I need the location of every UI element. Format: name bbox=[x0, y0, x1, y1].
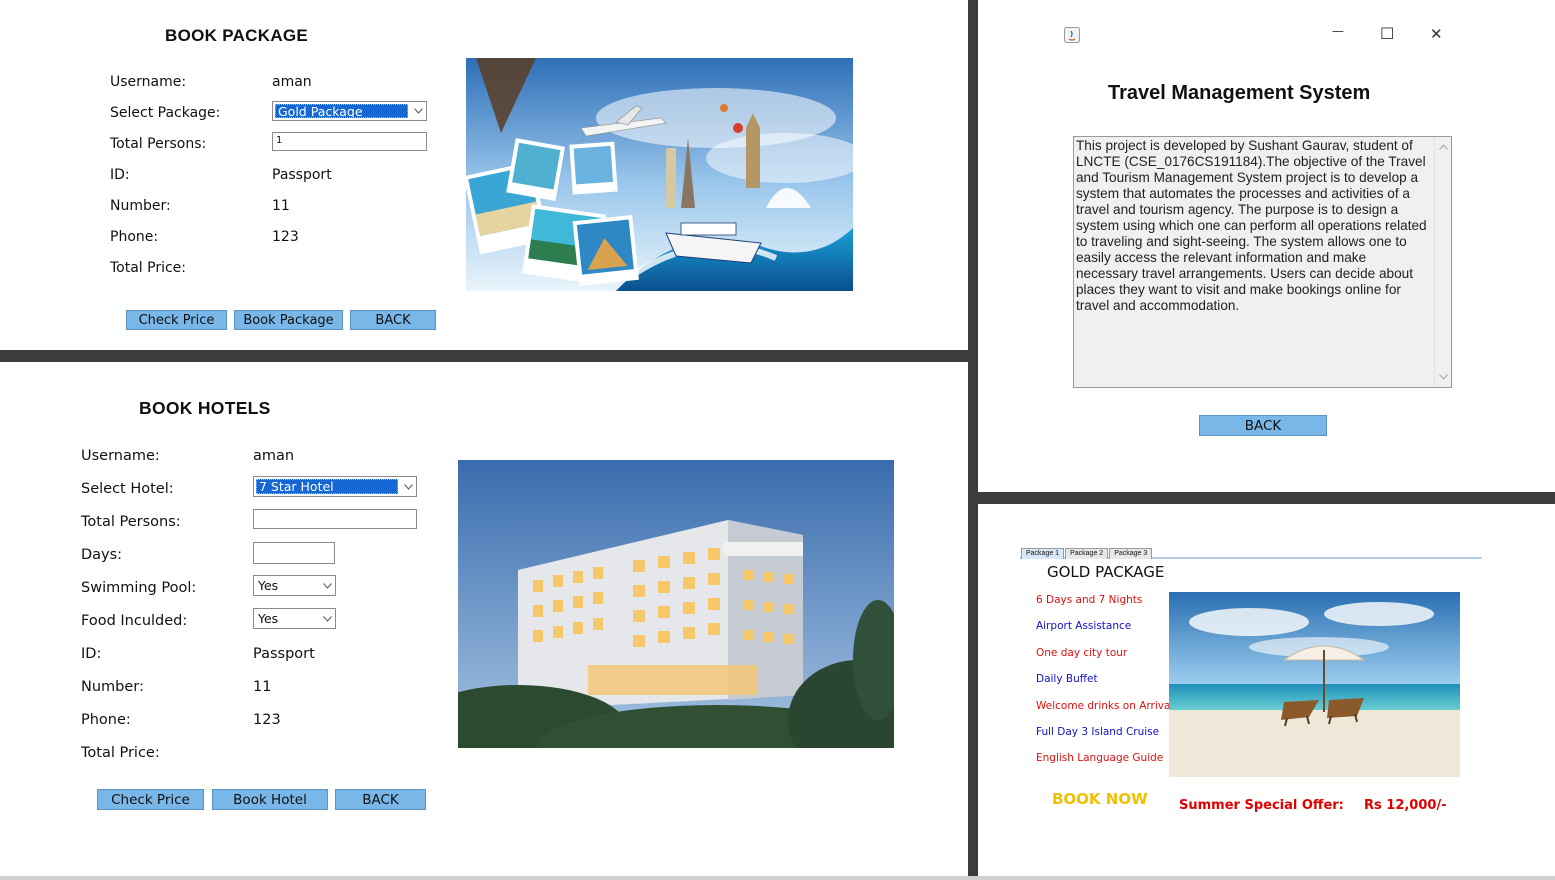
description-text: This project is developed by Sushant Gau… bbox=[1076, 138, 1427, 313]
offer-label: Summer Special Offer: bbox=[1179, 798, 1344, 813]
bottom-border bbox=[0, 876, 1555, 880]
offer-price: Rs 12,000/- bbox=[1364, 798, 1447, 813]
book-hotel-button[interactable]: Book Hotel bbox=[212, 789, 328, 810]
id-label: ID: bbox=[110, 167, 130, 183]
phone-label: Phone: bbox=[81, 712, 131, 728]
feature-item: Full Day 3 Island Cruise bbox=[1036, 726, 1160, 738]
username-label: Username: bbox=[110, 74, 187, 90]
maximize-button[interactable]: ☐ bbox=[1380, 24, 1394, 43]
close-button[interactable]: ✕ bbox=[1430, 25, 1443, 43]
hotel-image bbox=[408, 460, 928, 785]
number-value: 11 bbox=[272, 198, 290, 214]
beach-image bbox=[1169, 592, 1460, 777]
select-hotel-label: Select Hotel: bbox=[81, 481, 174, 497]
chevron-down-icon[interactable] bbox=[319, 576, 335, 595]
hotel-select[interactable]: 7 Star Hotel bbox=[253, 476, 417, 497]
total-persons-label: Total Persons: bbox=[110, 136, 207, 152]
food-included-label: Food Inculded: bbox=[81, 613, 188, 629]
number-label: Number: bbox=[110, 198, 171, 214]
username-value: aman bbox=[272, 74, 312, 90]
tab-package-1[interactable]: Package 1 bbox=[1021, 548, 1065, 559]
check-price-button[interactable]: Check Price bbox=[126, 310, 227, 330]
feature-item: Daily Buffet bbox=[1036, 673, 1098, 685]
package-select-value: Gold Package bbox=[275, 104, 408, 118]
chevron-down-icon[interactable] bbox=[319, 609, 335, 628]
page-title: BOOK HOTELS bbox=[139, 398, 271, 418]
days-label: Days: bbox=[81, 547, 123, 563]
book-now-button[interactable]: BOOK NOW bbox=[1052, 790, 1148, 808]
swimming-pool-label: Swimming Pool: bbox=[81, 580, 197, 596]
swimming-pool-select[interactable]: Yes bbox=[253, 575, 336, 596]
minimize-button[interactable]: — bbox=[1332, 24, 1344, 38]
phone-value: 123 bbox=[253, 712, 281, 728]
hotel-select-value: 7 Star Hotel bbox=[256, 479, 398, 494]
book-package-button[interactable]: Book Package bbox=[234, 310, 343, 330]
food-included-value: Yes bbox=[258, 611, 279, 626]
vertical-scrollbar[interactable] bbox=[1434, 137, 1451, 387]
feature-item: Welcome drinks on Arrival bbox=[1036, 700, 1174, 712]
number-value: 11 bbox=[253, 679, 272, 695]
total-persons-label: Total Persons: bbox=[81, 514, 181, 530]
scroll-down-icon[interactable] bbox=[1435, 369, 1452, 385]
total-price-label: Total Price: bbox=[81, 745, 160, 761]
scroll-up-icon[interactable] bbox=[1435, 139, 1452, 155]
total-price-label: Total Price: bbox=[110, 260, 187, 276]
window-title: Travel Management System bbox=[1108, 82, 1371, 104]
username-value: aman bbox=[253, 448, 295, 464]
book-hotels-panel: BOOK HOTELS Username: aman Select Hotel:… bbox=[0, 362, 968, 876]
description-textarea[interactable]: This project is developed by Sushant Gau… bbox=[1073, 136, 1452, 388]
swimming-pool-value: Yes bbox=[258, 578, 279, 593]
id-value: Passport bbox=[272, 167, 332, 183]
phone-label: Phone: bbox=[110, 229, 159, 245]
total-persons-input[interactable] bbox=[253, 509, 417, 529]
feature-item: English Language Guide bbox=[1036, 752, 1164, 764]
days-input[interactable] bbox=[253, 542, 335, 564]
tab-package-3[interactable]: Package 3 bbox=[1109, 548, 1153, 559]
tab-package-2[interactable]: Package 2 bbox=[1065, 548, 1109, 559]
book-package-panel: BOOK PACKAGE Username: aman Select Packa… bbox=[0, 0, 968, 350]
food-included-select[interactable]: Yes bbox=[253, 608, 336, 629]
gold-package-panel: Package 1 Package 2 Package 3 GOLD PACKA… bbox=[978, 504, 1555, 876]
horizontal-divider-right bbox=[978, 492, 1555, 504]
back-button[interactable]: BACK bbox=[1199, 415, 1327, 436]
id-value: Passport bbox=[253, 646, 315, 662]
back-button[interactable]: BACK bbox=[335, 789, 426, 810]
back-button[interactable]: BACK bbox=[350, 310, 436, 330]
username-label: Username: bbox=[81, 448, 160, 464]
check-price-button[interactable]: Check Price bbox=[97, 789, 204, 810]
phone-value: 123 bbox=[272, 229, 299, 245]
select-package-label: Select Package: bbox=[110, 105, 221, 121]
total-persons-input[interactable]: 1 bbox=[272, 132, 427, 151]
package-select[interactable]: Gold Package bbox=[272, 101, 427, 121]
java-app-icon bbox=[1064, 27, 1080, 43]
package-tabs: Package 1 Package 2 Package 3 bbox=[1021, 548, 1153, 559]
chevron-down-icon[interactable] bbox=[410, 102, 426, 120]
feature-item: Airport Assistance bbox=[1036, 620, 1132, 632]
id-label: ID: bbox=[81, 646, 102, 662]
feature-item: 6 Days and 7 Nights bbox=[1036, 594, 1143, 606]
page-title: BOOK PACKAGE bbox=[165, 26, 309, 45]
about-window: — ☐ ✕ Travel Management System This proj… bbox=[978, 0, 1555, 492]
package-title: GOLD PACKAGE bbox=[1047, 563, 1165, 581]
horizontal-divider-left bbox=[0, 350, 968, 362]
feature-item: One day city tour bbox=[1036, 647, 1128, 659]
number-label: Number: bbox=[81, 679, 144, 695]
chevron-down-icon[interactable] bbox=[400, 477, 416, 496]
travel-collage-image bbox=[463, 58, 866, 291]
vertical-divider bbox=[968, 0, 978, 880]
